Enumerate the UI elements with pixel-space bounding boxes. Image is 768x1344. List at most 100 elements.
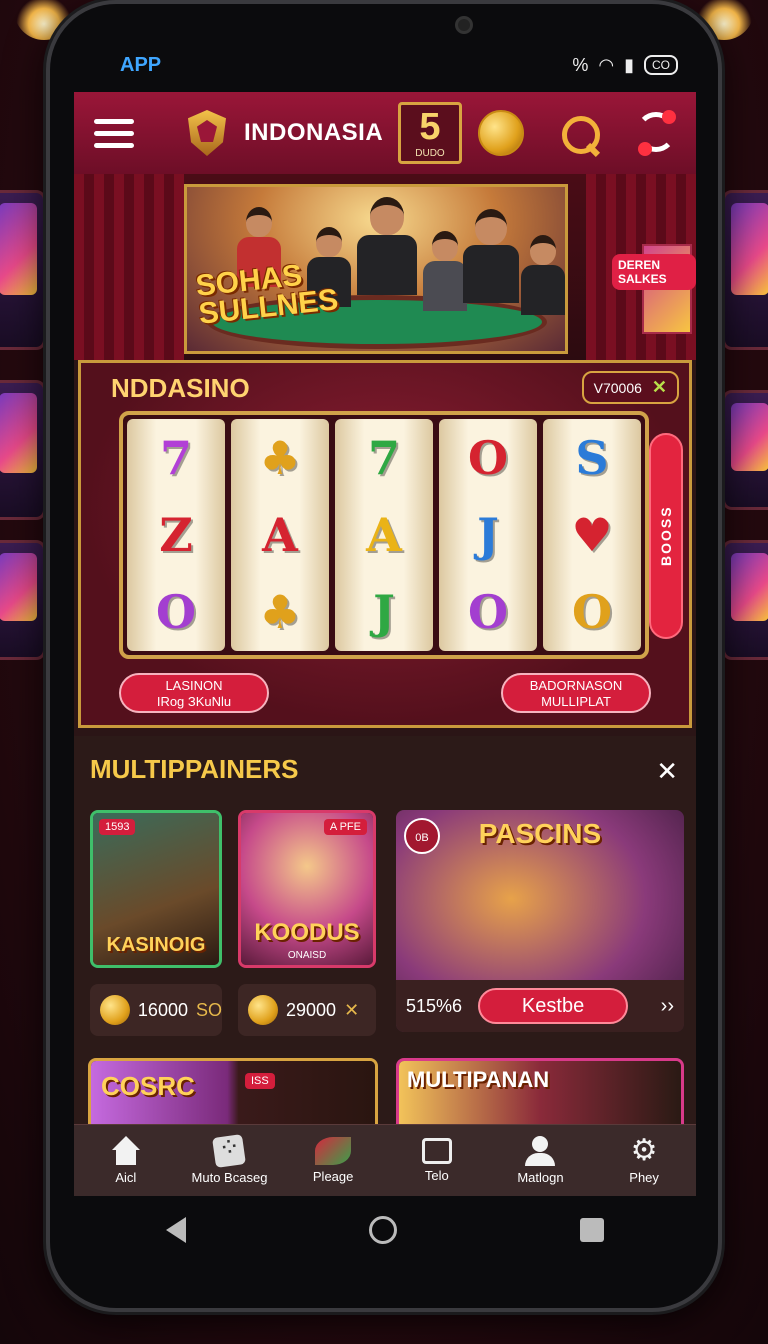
reel-5: S ♥ O — [543, 419, 641, 651]
nav-label: Telo — [424, 1168, 449, 1183]
nav-item-pleage[interactable]: Pleage — [283, 1137, 383, 1184]
nav-label: Pleage — [312, 1169, 354, 1184]
feature-percent: 515%6 — [406, 995, 463, 1016]
reel-symbol: ♣ — [259, 585, 301, 640]
nav-item-profile[interactable]: Matlogn — [490, 1136, 590, 1185]
percent-icon: % — [572, 54, 589, 75]
reel-symbol: J — [373, 585, 395, 640]
player-figure — [521, 235, 565, 315]
reel-symbol: A — [262, 507, 298, 562]
game-card-pascins[interactable]: 0B PASCINS 515%6 Kestbe ›› — [396, 810, 684, 1032]
home-icon — [109, 1136, 143, 1166]
status-icons: % ◠ ▮ CO — [572, 55, 678, 76]
price-value: 16000 — [137, 999, 188, 1020]
game-card-kasinoig[interactable]: 1593 KASINOIG — [90, 810, 222, 968]
card-tag: 1593 — [99, 819, 136, 835]
nav-label: Aicl — [115, 1170, 137, 1185]
slot-machine-section: NDDASINO V70006 ✕ 7 Z O ♣ A ♣ 7 A J O J O S ♥ O BOOSS … — [78, 360, 692, 728]
slot-badge-value: V70006 — [593, 379, 642, 396]
wifi-icon: ◠ — [598, 54, 615, 75]
bg-slot-machine-left-1 — [0, 190, 46, 350]
player-figure — [423, 231, 467, 311]
back-icon[interactable] — [165, 1217, 186, 1243]
game-card-koodus[interactable]: A PFE KOODUS ONAISD — [238, 810, 376, 968]
card-label: KOODUS — [254, 919, 360, 946]
multiplayers-title: MULTIPPAINERS — [90, 754, 299, 784]
slot-reels[interactable]: 7 Z O ♣ A ♣ 7 A J O J O S ♥ O — [119, 411, 649, 659]
slot-left-button-line1: LASINON — [165, 678, 223, 693]
close-icon[interactable]: ✕ — [652, 377, 667, 398]
bg-slot-machine-left-2 — [0, 380, 46, 520]
search-icon[interactable] — [558, 112, 602, 156]
feature-play-button[interactable]: Kestbe — [478, 988, 629, 1024]
price-suffix: SO — [195, 999, 222, 1020]
leaf-icon — [315, 1137, 352, 1165]
slot-title: NDDASINO — [111, 373, 250, 403]
user-icon — [523, 1136, 557, 1166]
close-icon[interactable]: ✕ — [656, 756, 678, 787]
sync-dot — [638, 142, 652, 156]
reel-symbol: Z — [159, 507, 193, 562]
boost-button[interactable]: BOOSS — [649, 433, 683, 639]
nav-label: Muto Bcaseg — [191, 1170, 268, 1185]
next-arrow-icon[interactable]: ›› — [661, 995, 674, 1018]
reel-symbol: O — [467, 585, 509, 640]
menu-icon[interactable] — [94, 115, 134, 151]
reel-3: 7 AJ — [335, 419, 433, 651]
card-label: KASINOIG — [106, 934, 206, 956]
price-box-2[interactable]: 29000 ✕ — [238, 984, 376, 1036]
status-bar: APP % ◠ ▮ CO — [74, 48, 694, 82]
card-tag: A PFE — [323, 819, 367, 835]
recents-icon[interactable] — [580, 1218, 605, 1242]
coin-icon — [248, 995, 278, 1025]
coin-icon[interactable] — [478, 110, 524, 156]
app-screen: INDONASIA 5 DUDO SOHAS SULLNES DEREN SAL… — [74, 92, 696, 1196]
reel-4: OJO — [439, 419, 537, 651]
nav-label: Phey — [629, 1170, 659, 1185]
slot-left-button[interactable]: LASINON IRog ЗKuNlu — [119, 673, 269, 713]
hero-banner[interactable]: SOHAS SULLNES DEREN SALKES — [74, 174, 696, 360]
bg-slot-machine-right-3 — [722, 540, 768, 660]
curtain-left — [74, 174, 184, 360]
card-tag: ISS — [245, 1073, 275, 1089]
nav-item-settings[interactable]: ⚙ Phey — [594, 1134, 694, 1186]
nav-item-dice[interactable]: Muto Bcaseg — [179, 1134, 279, 1185]
price-suffix: ✕ — [344, 999, 360, 1020]
bg-slot-machine-left-3 — [0, 540, 46, 660]
reel-symbol: A — [366, 507, 402, 562]
nav-item-tv[interactable]: Telo — [387, 1138, 487, 1183]
reel-symbol: ♣ — [259, 430, 301, 485]
status-app-label: APP — [120, 53, 162, 76]
home-button-icon[interactable] — [368, 1216, 397, 1244]
crest-logo-icon — [188, 110, 226, 156]
slot-jackpot-badge[interactable]: V70006 ✕ — [581, 371, 679, 404]
app-header: INDONASIA 5 DUDO — [74, 92, 696, 174]
reel-symbol: 7 — [367, 430, 400, 485]
android-nav-bar — [74, 1200, 696, 1260]
slot-left-button-line2: IRog ЗKuNlu — [156, 694, 232, 709]
slot-right-button-line2: MULLIPLAT — [541, 694, 611, 709]
player-figure — [357, 197, 417, 295]
lotto-badge[interactable]: 5 DUDO — [398, 102, 462, 164]
reel-symbol: O — [467, 430, 509, 485]
nav-label: Matlogn — [517, 1170, 564, 1185]
bg-slot-machine-right-2 — [722, 390, 768, 510]
reel-symbol: ♥ — [571, 507, 613, 562]
card-label: COSRC — [101, 1071, 195, 1101]
battery-icon: CO — [644, 55, 678, 75]
front-camera — [455, 16, 473, 34]
card-sublabel: ONAISD — [287, 950, 327, 961]
gear-icon: ⚙ — [630, 1134, 658, 1167]
reel-2: ♣ A ♣ — [231, 419, 329, 651]
price-box-1[interactable]: 16000 SO — [90, 984, 222, 1036]
reel-1: 7 ZO — [127, 419, 225, 651]
lotto-sub: DUDO — [415, 148, 445, 159]
sync-dot — [662, 110, 676, 124]
brand-title: INDONASIA — [244, 119, 384, 146]
nav-item-home[interactable]: Aicl — [76, 1136, 176, 1185]
hero-image-frame: SOHAS SULLNES — [184, 184, 568, 354]
slot-right-button-line1: BADORNASON — [529, 678, 623, 693]
slot-right-button[interactable]: BADORNASON MULLIPLAT — [501, 673, 651, 713]
signal-icon: ▮ — [624, 54, 634, 75]
coin-icon — [100, 995, 130, 1025]
